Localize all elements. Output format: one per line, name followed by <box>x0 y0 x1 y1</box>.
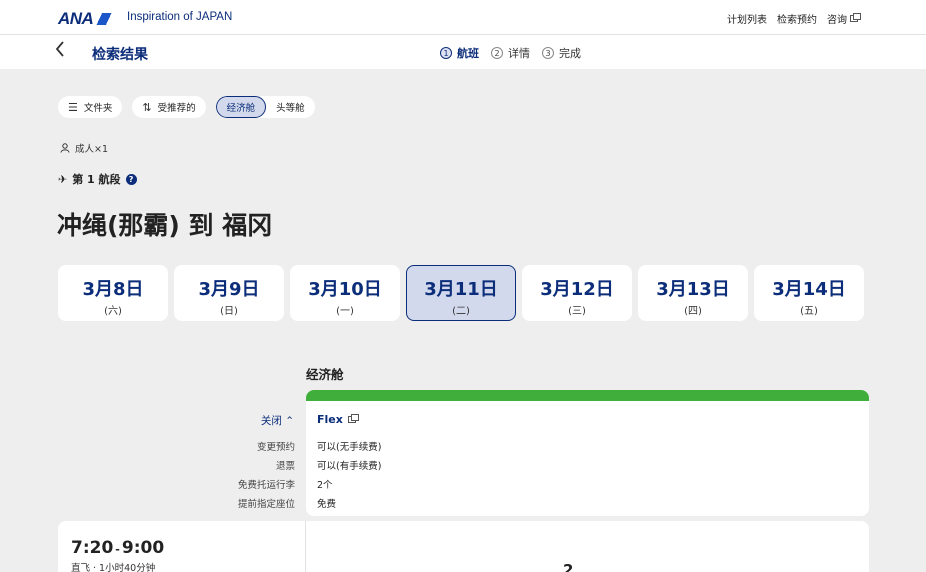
seat-count: 2 <box>563 561 574 572</box>
logo-stripe-icon <box>95 13 114 25</box>
filter-toolbar: ☰ 文件夹 ⇅ 受推荐的 经济舱 头等舱 <box>58 96 315 118</box>
progress-steps: 1 航班 2 详情 3 完成 <box>440 45 581 61</box>
sort-icon: ⇅ <box>142 100 152 114</box>
economy-tab[interactable]: 经济舱 <box>215 96 267 118</box>
inquiry-link[interactable]: 咨询 <box>827 11 861 26</box>
folder-button[interactable]: ☰ 文件夹 <box>58 96 123 118</box>
external-link-icon <box>347 414 359 423</box>
step-label: 航班 <box>457 47 479 60</box>
date-label: 3月10日 <box>308 279 382 300</box>
back-button[interactable] <box>55 41 65 62</box>
collapse-button[interactable]: 关闭 ⌃ <box>261 413 294 428</box>
arrive-time: 9:00 <box>121 538 165 558</box>
cabin-heading: 经济舱 <box>306 367 344 382</box>
fare-rule-value: 免费 <box>317 499 337 510</box>
plan-list-link[interactable]: 计划列表 <box>727 11 767 26</box>
search-booking-link[interactable]: 检索预约 <box>777 11 817 26</box>
segment-heading: ✈ 第 1 航段 ? <box>58 171 137 187</box>
weekday-label: (三) <box>568 306 586 317</box>
sub-header: 检索结果 1 航班 2 详情 3 完成 <box>0 35 926 69</box>
step-label: 完成 <box>559 47 581 60</box>
date-label: 3月9日 <box>198 279 260 300</box>
inquiry-label: 咨询 <box>827 15 847 26</box>
cabin-toggle: 经济舱 头等舱 <box>215 96 315 118</box>
weekday-label: (四) <box>684 306 702 317</box>
fare-rule-label: 免费托运行李 <box>237 480 295 491</box>
sort-label: 受推荐的 <box>157 103 196 114</box>
flight-info: 直飞 · 1小时40分钟 <box>71 563 156 572</box>
chevron-left-icon <box>55 41 64 57</box>
first-class-tab[interactable]: 头等舱 <box>266 96 315 118</box>
menu-icon: ☰ <box>68 100 78 114</box>
date-card[interactable]: 3月8日 (六) <box>58 265 168 321</box>
fare-rule-label: 变更预约 <box>256 442 295 453</box>
passenger-label: 成人×1 <box>75 144 109 155</box>
weekday-label: (一) <box>336 306 354 317</box>
fare-rule-value: 可以(有手续费) <box>317 461 382 472</box>
fare-card-flex: Flex 可以(无手续费) 可以(有手续费) 2个 免费 <box>306 390 869 516</box>
date-card[interactable]: 3月13日 (四) <box>638 265 748 321</box>
fare-rule-labels: 变更预约 退票 免费托运行李 提前指定座位 <box>238 438 295 514</box>
depart-time: 7:20 <box>71 538 114 558</box>
date-card[interactable]: 3月12日 (三) <box>522 265 632 321</box>
step-number: 3 <box>542 47 554 59</box>
date-label: 3月14日 <box>772 279 846 300</box>
date-label: 3月8日 <box>82 279 144 300</box>
weekday-label: (五) <box>800 306 818 317</box>
date-card-selected[interactable]: 3月11日 (二) <box>406 265 516 321</box>
fare-rule-label: 提前指定座位 <box>237 499 295 510</box>
route-title: 冲绳(那霸) 到 福冈 <box>57 211 273 240</box>
logo-text: ANA <box>58 9 94 28</box>
weekday-label: (六) <box>104 306 122 317</box>
fare-rule-label: 退票 <box>275 461 295 472</box>
chevron-up-icon: ⌃ <box>285 415 294 427</box>
person-icon <box>60 143 70 153</box>
fare-name: Flex <box>317 413 343 426</box>
folder-label: 文件夹 <box>83 103 113 114</box>
passenger-count: 成人×1 <box>60 141 108 155</box>
help-icon[interactable]: ? <box>125 173 137 185</box>
weekday-label: (二) <box>452 306 470 317</box>
step-details: 2 详情 <box>491 45 530 61</box>
fare-name-link[interactable]: Flex <box>317 413 359 426</box>
date-card[interactable]: 3月9日 (日) <box>174 265 284 321</box>
weekday-label: (日) <box>220 306 238 317</box>
date-label: 3月13日 <box>656 279 730 300</box>
step-label: 详情 <box>508 47 530 60</box>
top-bar: ANA Inspiration of JAPAN 计划列表 检索预约 咨询 <box>0 0 926 35</box>
date-card[interactable]: 3月10日 (一) <box>290 265 400 321</box>
step-flight: 1 航班 <box>440 45 479 61</box>
date-label: 3月11日 <box>424 279 498 300</box>
fare-rule-value: 可以(无手续费) <box>317 442 382 453</box>
fare-color-stripe <box>306 390 869 401</box>
date-card[interactable]: 3月14日 (五) <box>754 265 864 321</box>
airplane-icon: ✈ <box>58 172 68 186</box>
divider <box>305 521 306 572</box>
top-links: 计划列表 检索预约 咨询 <box>727 11 861 26</box>
date-selector: 3月8日 (六) 3月9日 (日) 3月10日 (一) 3月11日 (二) 3月… <box>58 265 864 321</box>
flight-times: 7:20-9:00 <box>71 538 164 558</box>
flight-card[interactable]: 7:20-9:00 直飞 · 1小时40分钟 2 <box>58 521 869 572</box>
step-complete: 3 完成 <box>542 45 581 61</box>
tagline: Inspiration of JAPAN <box>127 11 233 23</box>
fare-rule-value: 2个 <box>317 480 333 491</box>
date-label: 3月12日 <box>540 279 614 300</box>
sort-button[interactable]: ⇅ 受推荐的 <box>132 96 206 118</box>
collapse-label: 关闭 <box>260 415 282 427</box>
page-title: 检索结果 <box>92 47 148 63</box>
external-link-icon <box>850 13 861 22</box>
segment-label: 第 1 航段 <box>72 173 121 186</box>
time-separator: - <box>115 543 120 556</box>
ana-logo[interactable]: ANA <box>58 9 114 29</box>
step-number: 2 <box>491 47 503 59</box>
step-number: 1 <box>440 47 452 59</box>
fare-rule-values: 可以(无手续费) 可以(有手续费) 2个 免费 <box>317 438 381 514</box>
